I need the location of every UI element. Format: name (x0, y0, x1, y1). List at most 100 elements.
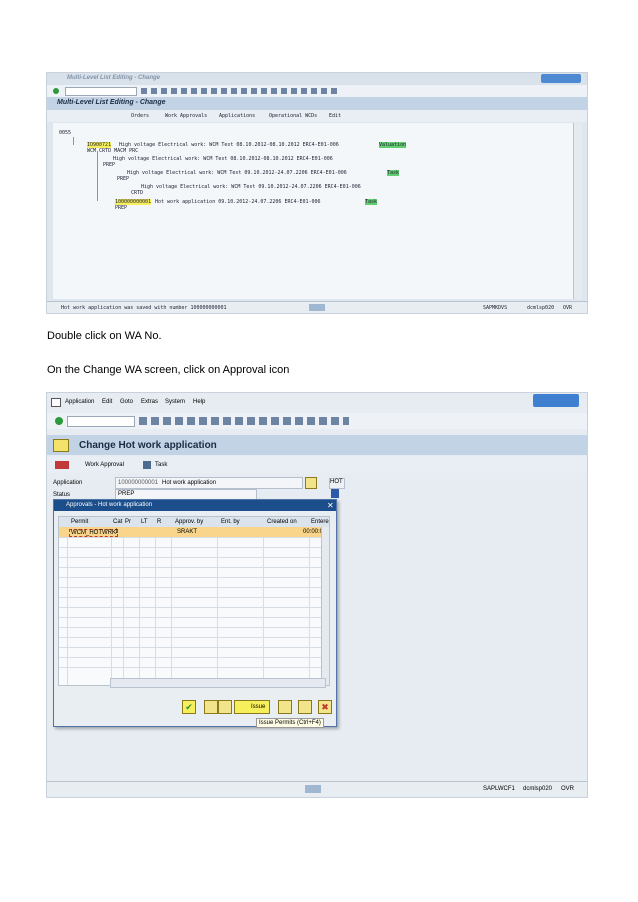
column-header[interactable]: Pr (125, 519, 131, 525)
application-field[interactable]: 100000000001 Hot work application (115, 477, 303, 489)
command-field[interactable] (67, 416, 135, 427)
table-grid (59, 527, 329, 685)
window-titlebar: Multi-Level List Editing - Change (47, 73, 587, 85)
work-approval-button[interactable]: Work Approval (85, 462, 124, 468)
server-name: dcmlsp020 (527, 305, 555, 311)
menu-icon[interactable] (51, 398, 61, 407)
cancel-button[interactable]: ✖ (318, 700, 332, 714)
info-icon[interactable] (331, 489, 339, 498)
task-icon[interactable] (143, 461, 151, 469)
caption-2: On the Change WA screen, click on Approv… (47, 364, 290, 376)
toolbar-applications[interactable]: Applications (219, 113, 255, 119)
table-horizontal-scrollbar[interactable] (110, 678, 326, 688)
menu-bar: Application Edit Goto Extras System Help (47, 393, 587, 409)
sap-logo (305, 785, 321, 793)
paste-button[interactable] (218, 700, 232, 714)
tree-node-tag[interactable]: Task (365, 199, 378, 205)
toolbar-work-approvals[interactable]: Work Approvals (165, 113, 207, 119)
dialog-button-bar: ✔ Issue ✖ (54, 698, 336, 714)
column-header[interactable]: Entere (311, 519, 329, 525)
sap-logo (309, 304, 325, 311)
caption-1: Double click on WA No. (47, 330, 162, 342)
column-header[interactable]: LT (141, 519, 148, 525)
vertical-scrollbar[interactable] (573, 123, 582, 299)
approvals-dialog: Approvals - Hot work application ✕ Permi… (53, 499, 337, 728)
tree-node-text[interactable]: High voltage Electrical work: WCM Test 0… (113, 156, 333, 162)
approved-by-cell[interactable]: SRAKT (177, 529, 197, 535)
screenshot-multilevel-list: Multi-Level List Editing - Change Multi-… (46, 72, 588, 314)
column-header[interactable]: R (157, 519, 161, 525)
window-controls[interactable] (533, 394, 579, 407)
toolbar-edit[interactable]: Edit (329, 113, 341, 119)
enter-icon[interactable] (53, 88, 59, 94)
screen-title-bar: Change Hot work application (47, 435, 587, 455)
column-header[interactable]: Cat (113, 519, 122, 525)
tree-node-tag[interactable]: Valuation (379, 142, 407, 148)
tree-area: 0055 IO900721 High voltage Electrical wo… (53, 123, 573, 299)
input-mode: OVR (563, 305, 573, 311)
column-header[interactable]: Permit (71, 519, 88, 525)
column-header[interactable]: Created on (267, 519, 297, 525)
screenshot-change-wa: Application Edit Goto Extras System Help… (46, 392, 588, 798)
menu-system[interactable]: System (165, 399, 185, 405)
menu-goto[interactable]: Goto (120, 399, 133, 405)
edit-icon[interactable] (305, 477, 317, 489)
title-icon (53, 439, 69, 452)
window-controls[interactable] (541, 74, 581, 83)
issue-button-label: Issue (251, 704, 266, 710)
tree-node-sub: CRTD (131, 190, 144, 196)
table-row[interactable]: WCM_HOTWRK 1 SRAKT 00:00:0 (59, 527, 323, 537)
server-name: dcmlsp020 (523, 786, 553, 792)
column-header[interactable]: Ent. by (221, 519, 240, 525)
issue-button[interactable]: Issue (234, 700, 270, 714)
command-field[interactable] (65, 87, 137, 96)
confirm-button[interactable]: ✔ (182, 700, 196, 714)
menu-application[interactable]: Application (65, 399, 94, 405)
app-toolbar: Orders Work Approvals Applications Opera… (47, 110, 587, 122)
tree-connector (73, 137, 74, 145)
display-icon[interactable] (55, 461, 69, 469)
tree-node-text[interactable]: Hot work application 09.10.2012-24.07.22… (155, 199, 321, 205)
permit-cell[interactable]: WCM_HOTWRK (69, 529, 118, 537)
print-button[interactable] (278, 700, 292, 714)
close-icon[interactable]: ✕ (327, 501, 334, 510)
tree-root[interactable]: 0055 (59, 130, 71, 136)
toolbar-operational-wcds[interactable]: Operational WCDs (269, 113, 317, 119)
category-cell[interactable]: 1 (115, 529, 118, 535)
toolbar-icons[interactable] (139, 417, 349, 425)
application-type-tag: HOT (329, 478, 345, 489)
enter-icon[interactable] (55, 417, 63, 425)
system-id: SAPLWCF1 (483, 786, 515, 792)
system-id: SAPMKDVS (483, 305, 508, 311)
toolbar-icons[interactable] (141, 88, 341, 94)
system-toolbar (47, 85, 587, 97)
tree-node-text[interactable]: High voltage Electrical work: WCM Test 0… (141, 184, 361, 190)
screen-heading: Multi-Level List Editing - Change (57, 99, 166, 106)
status-message: Hot work application was saved with numb… (61, 305, 227, 311)
info-button[interactable] (298, 700, 312, 714)
copy-button[interactable] (204, 700, 218, 714)
menu-help[interactable]: Help (193, 399, 205, 405)
screen-title: Change Hot work application (79, 440, 217, 451)
system-toolbar (47, 413, 587, 429)
toolbar-orders[interactable]: Orders (131, 113, 149, 119)
tree-node-text[interactable]: High voltage Electrical work: WCM Test 0… (119, 142, 339, 148)
tree-node-tag[interactable]: Task (387, 170, 400, 176)
tree-node-sub: WCM CRTD MACM PRC (87, 148, 139, 154)
tree-node-sub: PREP (117, 176, 130, 182)
input-mode: OVR (561, 786, 575, 792)
table-vertical-scrollbar[interactable] (321, 527, 329, 685)
task-button[interactable]: Task (155, 462, 167, 468)
menu-extras[interactable]: Extras (141, 399, 158, 405)
dialog-titlebar: Approvals - Hot work application ✕ (54, 500, 336, 511)
status-value: PREP (118, 491, 135, 497)
issue-tooltip: Issue Permits (Ctrl+F4) (256, 718, 324, 728)
screen-heading-bar: Multi-Level List Editing - Change (47, 97, 587, 110)
status-bar: SAPLWCF1 dcmlsp020 OVR (47, 781, 587, 796)
menu-edit[interactable]: Edit (102, 399, 112, 405)
column-header[interactable]: Approv. by (175, 519, 203, 525)
tree-node-text[interactable]: High voltage Electrical work: WCM Test 0… (127, 170, 347, 176)
application-label: Application (53, 480, 83, 486)
dialog-title: Approvals - Hot work application (66, 502, 153, 508)
application-text: Hot work application (162, 480, 217, 486)
